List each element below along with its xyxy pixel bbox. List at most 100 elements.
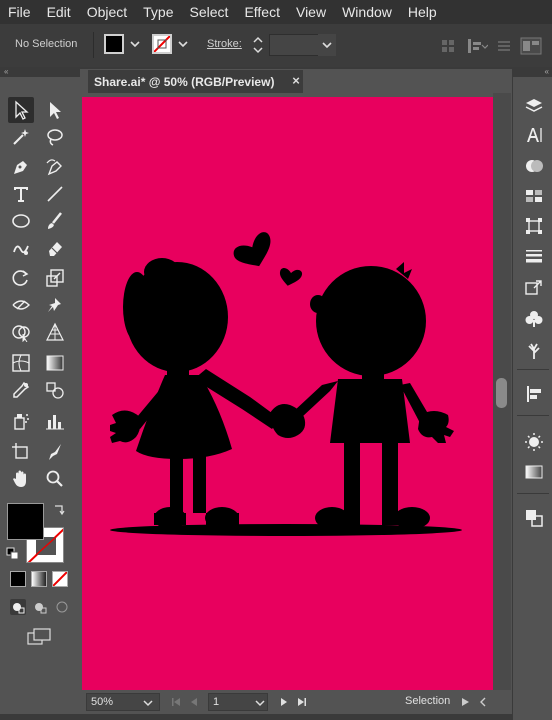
artboard-tool[interactable]	[8, 439, 34, 465]
symbol-sprayer-icon	[14, 414, 29, 430]
scrollbar-thumb[interactable]	[496, 378, 507, 408]
draw-normal-icon[interactable]	[9, 598, 27, 616]
artboard-number: 1	[213, 696, 220, 708]
swatches-icon[interactable]	[523, 185, 545, 207]
shaper-tool[interactable]	[8, 235, 34, 261]
blend-tool[interactable]	[42, 377, 68, 403]
curvature-tool[interactable]	[42, 154, 68, 180]
menu-help[interactable]: Help	[400, 4, 445, 20]
eraser-tool[interactable]	[42, 235, 68, 261]
links-icon[interactable]	[523, 277, 545, 299]
puppet-warp-tool[interactable]	[42, 292, 68, 318]
fill-swatch[interactable]	[104, 34, 124, 54]
close-icon[interactable]: ×	[289, 74, 303, 88]
menu-view[interactable]: View	[288, 4, 334, 20]
play-icon[interactable]	[460, 697, 470, 707]
transform-icon[interactable]	[523, 215, 545, 237]
chevron-down-icon[interactable]	[318, 34, 336, 56]
pen-tool[interactable]	[8, 154, 34, 180]
layers-icon[interactable]	[523, 95, 545, 117]
fill-color-box-front[interactable]	[7, 503, 44, 540]
stroke-swatch[interactable]	[152, 34, 172, 54]
menu-edit[interactable]: Edit	[39, 4, 79, 20]
appearance-icon[interactable]	[523, 155, 545, 177]
rotate-icon	[12, 270, 29, 286]
stroke-icon[interactable]	[523, 245, 545, 267]
couple-silhouette-artwork[interactable]	[82, 97, 493, 690]
menu-select[interactable]: Select	[182, 4, 237, 20]
gradient-icon[interactable]	[523, 461, 545, 483]
lasso-tool[interactable]	[42, 124, 68, 150]
panel-menu-icon[interactable]	[496, 38, 512, 54]
gradient-mode-button[interactable]	[31, 571, 47, 587]
default-colors-icon[interactable]	[6, 547, 20, 561]
distribute-icon[interactable]	[466, 37, 488, 55]
type-tool[interactable]	[8, 181, 34, 207]
paintbrush-tool[interactable]	[42, 208, 68, 234]
chevron-down-icon[interactable]	[254, 697, 266, 709]
align-grid-icon[interactable]	[440, 38, 456, 54]
girl-silhouette	[110, 258, 280, 529]
brightness-icon[interactable]	[523, 431, 545, 453]
swap-icon[interactable]	[52, 503, 66, 517]
chevron-down-icon[interactable]	[177, 38, 189, 50]
menu-object[interactable]: Object	[79, 4, 135, 20]
document-tab[interactable]: Share.ai* @ 50% (RGB/Preview) ×	[88, 70, 303, 93]
symbols-icon[interactable]	[523, 308, 545, 330]
direct-selection-tool[interactable]	[42, 97, 68, 123]
divider	[93, 32, 94, 58]
symbol-sprayer-tool[interactable]	[8, 408, 34, 434]
selection-tool[interactable]	[8, 97, 34, 123]
shape-builder-tool[interactable]	[8, 319, 34, 345]
heart-large	[233, 232, 271, 267]
chevron-down-icon[interactable]	[129, 38, 141, 50]
stroke-weight-input[interactable]	[269, 34, 323, 56]
collapse-panels[interactable]: «	[513, 67, 552, 77]
chevron-down-icon[interactable]	[142, 697, 154, 709]
screen-mode-icon[interactable]	[26, 627, 52, 647]
color-mode-button[interactable]	[10, 571, 26, 587]
workspace-icon[interactable]	[519, 34, 543, 58]
ellipse-tool[interactable]	[8, 208, 34, 234]
artboard[interactable]	[82, 97, 493, 690]
scale-tool[interactable]	[42, 265, 68, 291]
libraries-icon[interactable]	[523, 340, 545, 362]
character-icon[interactable]	[523, 124, 545, 146]
current-tool-status[interactable]: Selection	[405, 695, 450, 707]
rotate-tool[interactable]	[8, 265, 34, 291]
none-mode-button[interactable]	[52, 571, 68, 587]
align-icon[interactable]	[523, 383, 545, 405]
previous-artboard-icon[interactable]	[188, 696, 200, 708]
pen-icon	[14, 161, 27, 174]
menu-file[interactable]: File	[0, 4, 39, 20]
draw-inside-icon[interactable]	[53, 598, 71, 616]
chevron-left-icon[interactable]	[478, 697, 488, 707]
hand-icon	[13, 470, 26, 487]
heart-small	[279, 268, 303, 286]
perspective-grid-tool[interactable]	[42, 319, 68, 345]
divider	[517, 493, 549, 494]
pathfinder-icon[interactable]	[523, 507, 545, 529]
menu-effect[interactable]: Effect	[236, 4, 288, 20]
eyedropper-tool[interactable]	[8, 377, 34, 403]
slice-tool[interactable]	[42, 439, 68, 465]
line-segment-tool[interactable]	[42, 181, 68, 207]
column-graph-tool[interactable]	[42, 408, 68, 434]
hand-tool[interactable]	[8, 466, 34, 492]
stroke-label[interactable]: Stroke:	[207, 38, 242, 50]
document-title: Share.ai* @ 50% (RGB/Preview)	[94, 74, 275, 89]
last-artboard-icon[interactable]	[296, 696, 308, 708]
width-tool[interactable]	[8, 292, 34, 318]
mesh-tool[interactable]	[8, 350, 34, 376]
magic-wand-tool[interactable]	[8, 124, 34, 150]
first-artboard-icon[interactable]	[170, 696, 182, 708]
draw-behind-icon[interactable]	[31, 598, 49, 616]
menu-type[interactable]: Type	[135, 4, 181, 20]
next-artboard-icon[interactable]	[278, 696, 290, 708]
menu-window[interactable]: Window	[334, 4, 400, 20]
zoom-tool[interactable]	[42, 466, 68, 492]
gradient-tool[interactable]	[42, 350, 68, 376]
stepper-icon[interactable]	[252, 33, 264, 57]
collapse-tools[interactable]: «	[0, 67, 80, 77]
pin-icon	[48, 298, 61, 312]
